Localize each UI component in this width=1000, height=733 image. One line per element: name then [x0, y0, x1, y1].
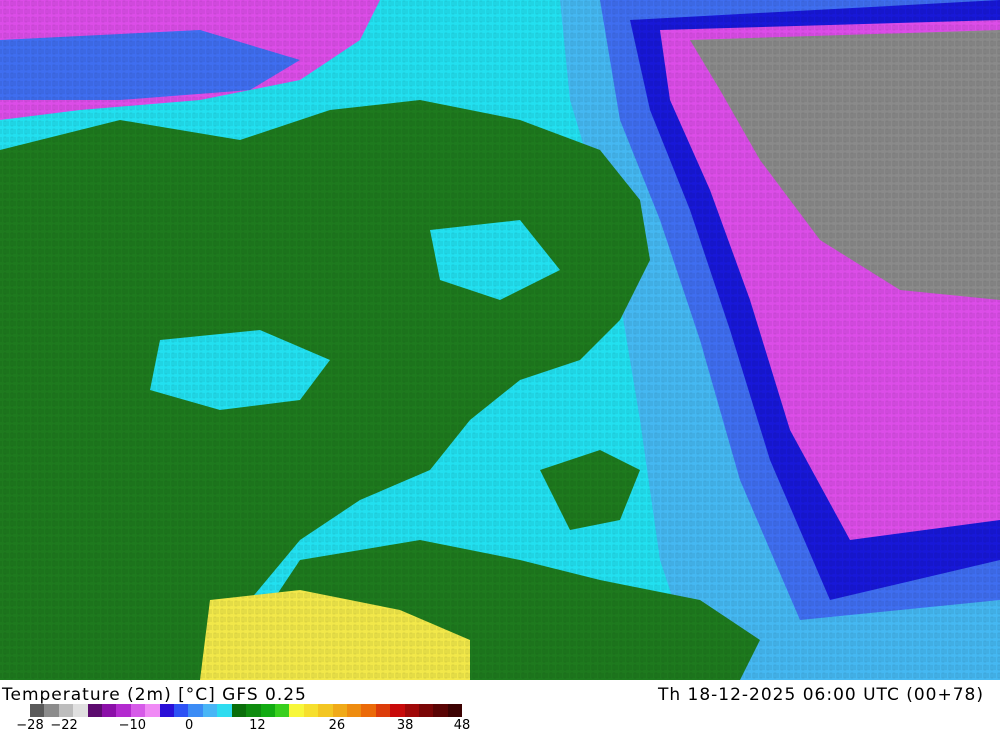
scale-swatch — [404, 704, 419, 717]
scale-swatch — [303, 704, 319, 717]
scale-swatch — [87, 704, 103, 717]
scale-swatch — [274, 704, 290, 717]
scale-swatch — [58, 704, 74, 717]
map-title: Temperature (2m) [°C] GFS 0.25 — [2, 685, 307, 705]
scale-swatch — [433, 704, 448, 717]
scale-swatch — [188, 704, 203, 717]
scale-swatch — [44, 704, 59, 717]
scale-swatch — [116, 704, 131, 717]
valid-time: Th 18-12-2025 06:00 UTC (00+78) — [657, 685, 984, 705]
scale-swatch — [346, 704, 362, 717]
scale-label: 26 — [328, 718, 346, 733]
scale-swatch — [375, 704, 391, 717]
scale-swatch — [231, 704, 247, 717]
scale-label: 12 — [249, 718, 266, 733]
map-footer: Temperature (2m) [°C] GFS 0.25 Th 18-12-… — [0, 680, 1000, 733]
temperature-color-scale — [30, 704, 463, 717]
scale-swatch — [418, 704, 434, 717]
scale-swatch — [202, 704, 218, 717]
scale-swatch — [174, 704, 189, 717]
scale-swatch — [73, 704, 88, 717]
temperature-map[interactable] — [0, 0, 1000, 680]
temperature-value-digits-overlay — [0, 0, 1000, 680]
scale-swatch — [260, 704, 275, 717]
scale-swatch — [361, 704, 376, 717]
scale-swatch — [217, 704, 232, 717]
scale-swatch — [30, 704, 45, 717]
scale-swatch — [102, 704, 117, 717]
scale-label: 38 — [396, 718, 414, 733]
scale-swatch — [447, 704, 463, 717]
scale-label: 0 — [185, 718, 194, 733]
scale-swatch — [289, 704, 304, 717]
scale-swatch — [390, 704, 405, 717]
scale-label: 48 — [453, 718, 471, 733]
scale-swatch — [246, 704, 261, 717]
scale-swatch — [159, 704, 175, 717]
scale-label: −10 — [118, 718, 147, 733]
color-scale-labels: −28 −22 −10 0 12 26 38 48 — [0, 718, 1000, 733]
scale-swatch — [130, 704, 146, 717]
scale-swatch — [318, 704, 333, 717]
scale-label: −22 — [50, 718, 78, 733]
scale-swatch — [145, 704, 160, 717]
scale-label: −28 — [16, 718, 44, 733]
scale-swatch — [332, 704, 347, 717]
